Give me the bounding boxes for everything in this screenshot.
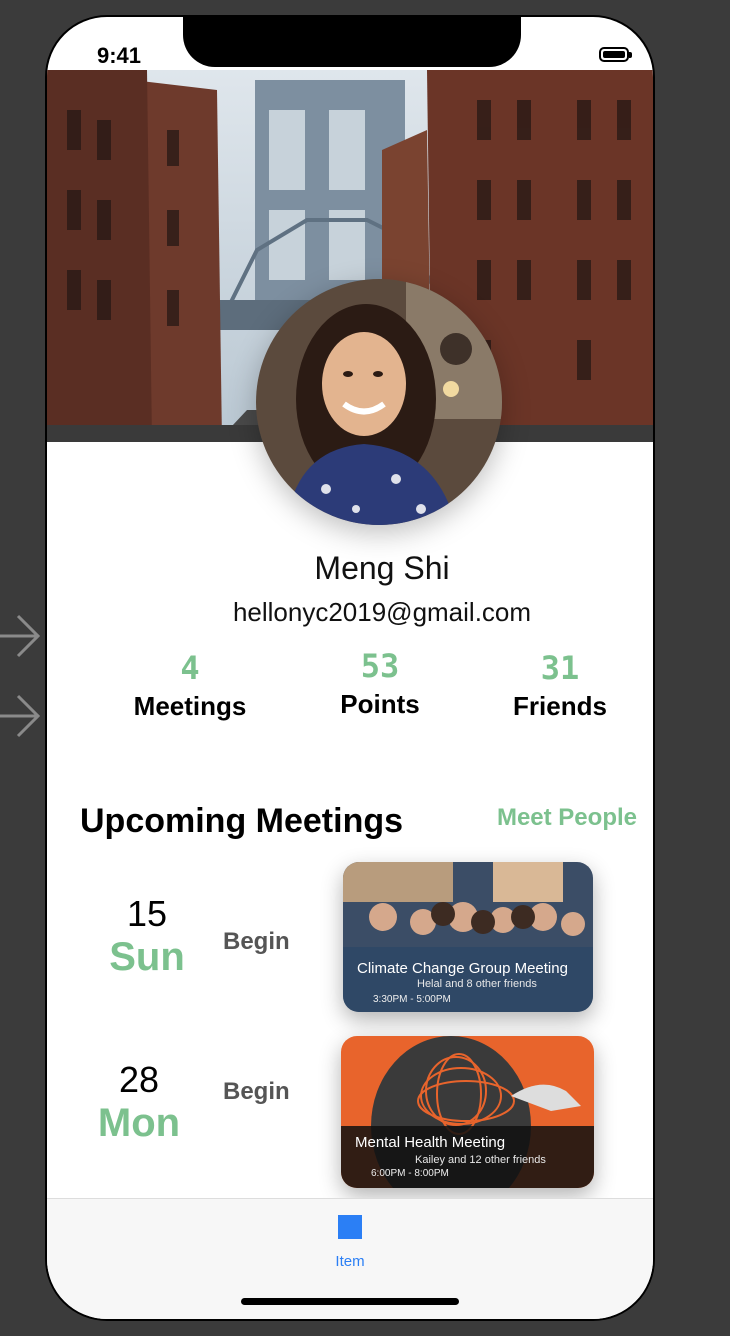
meeting-day: 15	[126, 893, 168, 934]
meeting-date: 28 Mon	[79, 1060, 199, 1146]
meet-people-link[interactable]: Meet People	[497, 804, 637, 832]
tab-item[interactable]: Item	[317, 1215, 383, 1270]
segue-arrow-icon	[0, 686, 44, 746]
meeting-title: Mental Health Meeting	[355, 1134, 506, 1151]
tab-bar: Item	[47, 1198, 653, 1319]
segue-arrow-icon	[0, 606, 44, 666]
status-time: 9:41	[97, 43, 142, 68]
meeting-friends: Kailey and 12 other friends	[415, 1154, 546, 1166]
square-icon	[338, 1215, 362, 1239]
profile-name: Meng Shi	[314, 550, 450, 586]
meeting-date: 15 Sun	[87, 894, 207, 980]
stat-value: 53	[360, 647, 400, 685]
meeting-time: 6:00PM - 8:00PM	[371, 1168, 449, 1179]
stat-value: 4	[180, 649, 200, 687]
notch	[183, 17, 521, 67]
begin-button[interactable]: Begin	[223, 928, 290, 956]
section-title: Upcoming Meetings	[80, 802, 404, 840]
meeting-row: 15 Sun Begin Climate Change Group Meetin…	[47, 862, 653, 1022]
battery-icon	[599, 47, 632, 62]
stat-meetings: 4 Meetings	[95, 649, 285, 722]
screen: 9:41 Meng Shi hellonyc2019@gmail.com 4 M…	[47, 17, 653, 1319]
profile-avatar[interactable]	[256, 279, 502, 525]
meeting-weekday: Sun	[109, 935, 185, 979]
stat-label: Friends	[513, 691, 607, 721]
meeting-card[interactable]: Climate Change Group Meeting Helal and 8…	[343, 862, 593, 1012]
stat-friends: 31 Friends	[465, 649, 653, 722]
meeting-title: Climate Change Group Meeting	[357, 960, 568, 977]
tab-item-label: Item	[335, 1253, 365, 1270]
meeting-card[interactable]: Mental Health Meeting Kailey and 12 othe…	[341, 1036, 594, 1188]
home-indicator[interactable]	[241, 1298, 459, 1305]
meeting-time: 3:30PM - 5:00PM	[373, 994, 451, 1005]
stat-points: 53 Points	[285, 647, 475, 720]
meeting-weekday: Mon	[97, 1101, 181, 1145]
profile-email: hellonyc2019@gmail.com	[232, 597, 532, 627]
stat-label: Points	[340, 689, 420, 719]
meeting-row: 28 Mon Begin Mental Health Meeting Kaile…	[47, 1036, 653, 1196]
stat-label: Meetings	[133, 691, 247, 721]
meeting-day: 28	[118, 1059, 160, 1100]
meeting-friends: Helal and 8 other friends	[417, 978, 537, 990]
phone-frame: 9:41 Meng Shi hellonyc2019@gmail.com 4 M…	[45, 15, 655, 1321]
begin-button[interactable]: Begin	[223, 1078, 290, 1106]
stat-value: 31	[540, 649, 580, 687]
